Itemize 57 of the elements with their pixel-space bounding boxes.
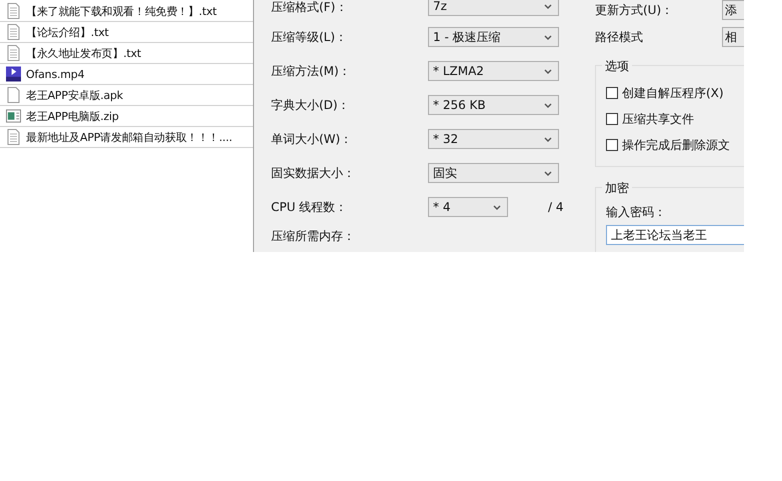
file-row[interactable]: 【论坛介绍】.txt — [0, 22, 253, 43]
file-name: 老王APP安卓版.apk — [26, 88, 123, 102]
setting-label: 压缩方法(M)： — [271, 62, 352, 80]
group-title: 选项 — [602, 58, 632, 75]
file-name: 老王APP电脑版.zip — [26, 108, 119, 124]
caret-icon — [544, 102, 552, 108]
window-file-icon — [6, 108, 21, 124]
caret-icon — [544, 170, 552, 176]
caret-icon — [544, 136, 552, 142]
file-row[interactable]: 【永久地址发布页】.txt — [0, 43, 253, 64]
caret-icon — [493, 204, 501, 210]
setting-label: 压缩等级(L)： — [271, 28, 348, 46]
setting-label: 单词大小(W)： — [271, 130, 354, 148]
file-row[interactable]: 老王APP安卓版.apk — [0, 85, 253, 106]
setting-label: 压缩格式(F)： — [271, 0, 348, 16]
dropdown[interactable]: * 4 — [428, 197, 508, 217]
dropdown[interactable]: 添 — [722, 0, 744, 20]
dropdown[interactable]: 相 — [722, 27, 744, 47]
file-name: 【论坛介绍】.txt — [26, 24, 109, 40]
setting-label: CPU 线程数： — [271, 198, 348, 216]
file-row[interactable]: 【来了就能下载和观看！纯免费！】.txt — [0, 1, 253, 22]
setting-label: 固实数据大小： — [271, 164, 356, 182]
password-field[interactable]: 上老王论坛当老王 — [606, 225, 744, 245]
checkbox-option[interactable]: 创建自解压程序(X) — [606, 80, 744, 106]
checkbox-option[interactable]: 操作完成后删除源文 — [606, 132, 744, 158]
caret-icon — [544, 68, 552, 74]
file-row[interactable]: Ofans.mp4 — [0, 64, 253, 85]
checkbox-option[interactable]: 压缩共享文件 — [606, 106, 744, 132]
setting-label: 更新方式(U)： — [595, 2, 674, 18]
setting-label: 字典大小(D)： — [271, 96, 351, 114]
dropdown[interactable]: 7z — [428, 0, 559, 16]
dropdown[interactable]: 固实 — [428, 163, 559, 183]
caret-icon — [544, 34, 552, 40]
text-file-icon — [6, 45, 21, 61]
video-file-icon — [6, 66, 21, 82]
text-file-icon — [6, 24, 21, 40]
setting-label: 路径模式 — [595, 28, 644, 46]
text-file-icon — [6, 3, 21, 19]
checkbox[interactable] — [606, 87, 618, 99]
thread-max: / 4 — [548, 200, 564, 214]
file-row[interactable]: 老王APP电脑版.zip — [0, 106, 253, 127]
checkbox[interactable] — [606, 139, 618, 151]
file-name: 最新地址及APP请发邮箱自动获取！！！.... — [26, 130, 232, 144]
dropdown[interactable]: * 256 KB — [428, 95, 559, 115]
password-label: 输入密码： — [606, 204, 667, 221]
file-name: 【永久地址发布页】.txt — [26, 46, 142, 60]
caret-icon — [544, 4, 552, 8]
file-row[interactable]: 最新地址及APP请发邮箱自动获取！！！.... — [0, 127, 253, 148]
dropdown[interactable]: * 32 — [428, 129, 559, 149]
setting-label: 压缩所需内存： — [271, 228, 356, 244]
checkbox[interactable] — [606, 113, 618, 125]
text-file-icon — [6, 129, 21, 145]
file-name: Ofans.mp4 — [26, 68, 84, 80]
dropdown[interactable]: 1 - 极速压缩 — [428, 27, 559, 47]
dropdown[interactable]: * LZMA2 — [428, 61, 559, 81]
blank-file-icon — [6, 87, 21, 103]
file-name: 【来了就能下载和观看！纯免费！】.txt — [26, 4, 217, 18]
